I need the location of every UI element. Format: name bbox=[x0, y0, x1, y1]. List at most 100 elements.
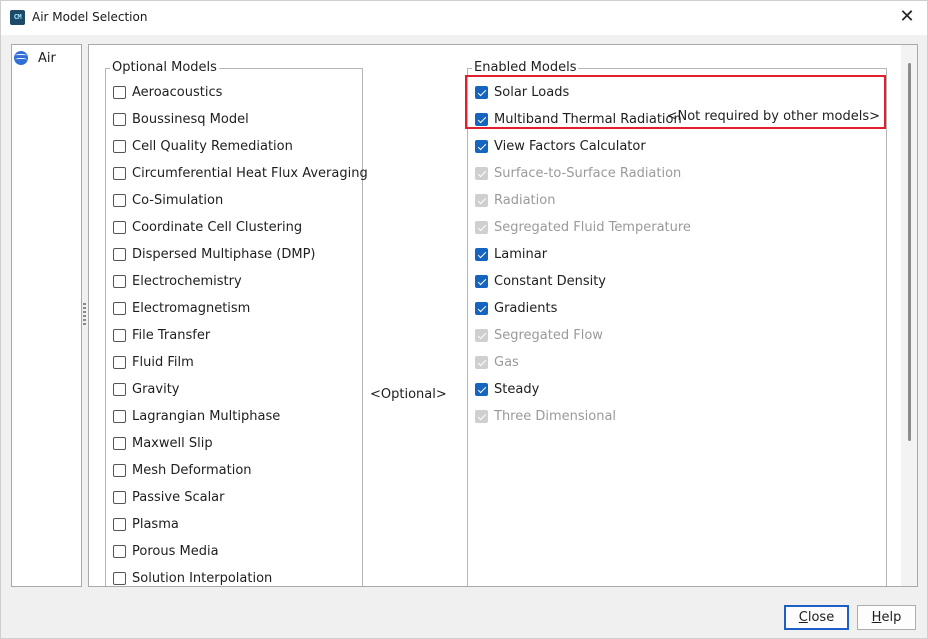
enabled-model-item[interactable]: View Factors Calculator bbox=[475, 137, 646, 155]
optional-model-item[interactable]: Solution Interpolation bbox=[113, 569, 273, 586]
optional-model-label: Fluid Film bbox=[132, 354, 194, 370]
enabled-model-checkbox[interactable] bbox=[475, 274, 488, 288]
optional-model-item[interactable]: Porous Media bbox=[113, 542, 219, 560]
enabled-models-group: Enabled Models Solar Loads Multiband Ther… bbox=[467, 60, 887, 586]
enabled-model-label: Gradients bbox=[494, 300, 558, 316]
optional-model-label: Solution Interpolation bbox=[132, 570, 273, 586]
enabled-model-checkbox[interactable] bbox=[475, 139, 488, 153]
continuum-tree: Air bbox=[11, 44, 82, 587]
optional-model-checkbox[interactable] bbox=[113, 517, 126, 531]
optional-model-checkbox[interactable] bbox=[113, 571, 126, 585]
optional-model-label: Maxwell Slip bbox=[132, 435, 213, 451]
optional-model-label: Plasma bbox=[132, 516, 179, 532]
optional-model-item[interactable]: Passive Scalar bbox=[113, 488, 225, 506]
optional-model-checkbox[interactable] bbox=[113, 220, 126, 234]
enabled-model-label: Gas bbox=[494, 354, 519, 370]
optional-model-label: Circumferential Heat Flux Averaging bbox=[132, 165, 368, 181]
optional-model-checkbox[interactable] bbox=[113, 274, 126, 288]
optional-model-checkbox[interactable] bbox=[113, 409, 126, 423]
optional-model-checkbox[interactable] bbox=[113, 112, 126, 126]
enabled-model-checkbox[interactable] bbox=[475, 247, 488, 261]
optional-model-checkbox[interactable] bbox=[113, 139, 126, 153]
optional-model-checkbox[interactable] bbox=[113, 247, 126, 261]
optional-model-checkbox[interactable] bbox=[113, 355, 126, 369]
optional-model-checkbox[interactable] bbox=[113, 301, 126, 315]
scrollbar-thumb[interactable] bbox=[908, 63, 911, 441]
optional-model-item[interactable]: Fluid Film bbox=[113, 353, 194, 371]
optional-model-checkbox[interactable] bbox=[113, 166, 126, 180]
optional-model-label: Gravity bbox=[132, 381, 180, 397]
optional-model-label: Dispersed Multiphase (DMP) bbox=[132, 246, 316, 262]
optional-model-item[interactable]: Circumferential Heat Flux Averaging bbox=[113, 164, 368, 182]
optional-model-checkbox[interactable] bbox=[113, 193, 126, 207]
optional-model-item[interactable]: Mesh Deformation bbox=[113, 461, 252, 479]
dialog-window: CM Air Model Selection ✕ Air Optional Mo… bbox=[0, 0, 928, 639]
close-icon[interactable]: ✕ bbox=[895, 5, 919, 29]
optional-model-item[interactable]: Gravity bbox=[113, 380, 179, 398]
optional-model-label: File Transfer bbox=[132, 327, 211, 343]
enabled-model-label: Segregated Flow bbox=[494, 327, 603, 343]
optional-model-item[interactable]: Boussinesq Model bbox=[113, 110, 249, 128]
optional-model-item[interactable]: Electrochemistry bbox=[113, 272, 242, 290]
enabled-model-item[interactable]: Steady bbox=[475, 380, 539, 398]
optional-model-item[interactable]: Coordinate Cell Clustering bbox=[113, 218, 302, 236]
close-mnemonic: C bbox=[798, 610, 808, 625]
optional-model-checkbox[interactable] bbox=[113, 85, 126, 99]
enabled-model-label: Three Dimensional bbox=[494, 408, 617, 424]
close-button[interactable]: Close bbox=[784, 605, 849, 630]
optional-model-label: Passive Scalar bbox=[132, 489, 225, 505]
optional-model-item[interactable]: Plasma bbox=[113, 515, 179, 533]
optional-model-label: Co-Simulation bbox=[132, 192, 224, 208]
optional-model-checkbox[interactable] bbox=[113, 490, 126, 504]
optional-models-group: Optional Models Aeroacoustics Boussinesq … bbox=[105, 60, 368, 586]
enabled-model-item[interactable]: Constant Density bbox=[475, 272, 606, 290]
optional-model-label: Mesh Deformation bbox=[132, 462, 252, 478]
help-button[interactable]: Help bbox=[857, 605, 916, 630]
enabled-model-checkbox bbox=[475, 166, 488, 180]
optional-model-label: Lagrangian Multiphase bbox=[132, 408, 281, 424]
optional-model-item[interactable]: Lagrangian Multiphase bbox=[113, 407, 280, 425]
enabled-model-label: Radiation bbox=[494, 192, 556, 208]
optional-model-item[interactable]: Aeroacoustics bbox=[113, 83, 222, 101]
optional-model-item[interactable]: Co-Simulation bbox=[113, 191, 223, 209]
enabled-models-legend: Enabled Models bbox=[472, 60, 579, 76]
optional-model-item[interactable]: Cell Quality Remediation bbox=[113, 137, 293, 155]
enabled-model-item: Segregated Fluid Temperature bbox=[475, 218, 691, 236]
help-mnemonic: H bbox=[871, 610, 882, 625]
optional-model-checkbox[interactable] bbox=[113, 544, 126, 558]
tree-item-air[interactable]: Air bbox=[14, 49, 56, 67]
vertical-scrollbar[interactable] bbox=[901, 45, 917, 586]
enabled-model-item[interactable]: Laminar bbox=[475, 245, 547, 263]
optional-model-item[interactable]: Maxwell Slip bbox=[113, 434, 213, 452]
optional-model-label: Electromagnetism bbox=[132, 300, 251, 316]
enabled-model-checkbox bbox=[475, 328, 488, 342]
enabled-model-checkbox[interactable] bbox=[475, 301, 488, 315]
help-label: elp bbox=[881, 610, 902, 625]
enabled-model-label: View Factors Calculator bbox=[494, 138, 646, 154]
enabled-model-item: Gas bbox=[475, 353, 519, 371]
optional-model-item[interactable]: File Transfer bbox=[113, 326, 210, 344]
splitter-handle[interactable] bbox=[83, 303, 86, 327]
optional-model-item[interactable]: Electromagnetism bbox=[113, 299, 250, 317]
enabled-model-item[interactable]: Gradients bbox=[475, 299, 557, 317]
enabled-model-label: Segregated Fluid Temperature bbox=[494, 219, 691, 235]
optional-model-checkbox[interactable] bbox=[113, 328, 126, 342]
enabled-model-item: Segregated Flow bbox=[475, 326, 603, 344]
optional-model-label: Porous Media bbox=[132, 543, 219, 559]
enabled-model-checkbox[interactable] bbox=[475, 382, 488, 396]
optional-model-label: Cell Quality Remediation bbox=[132, 138, 293, 154]
enabled-model-checkbox bbox=[475, 193, 488, 207]
optional-model-label: Boussinesq Model bbox=[132, 111, 249, 127]
title-bar: CM Air Model Selection ✕ bbox=[1, 1, 927, 35]
tree-item-label: Air bbox=[38, 50, 56, 66]
optional-model-checkbox[interactable] bbox=[113, 382, 126, 396]
optional-model-label: Electrochemistry bbox=[132, 273, 242, 289]
enabled-model-label: Laminar bbox=[494, 246, 548, 262]
enabled-model-item: Radiation bbox=[475, 191, 555, 209]
optional-model-checkbox[interactable] bbox=[113, 463, 126, 477]
optional-model-item[interactable]: Dispersed Multiphase (DMP) bbox=[113, 245, 316, 263]
optional-model-checkbox[interactable] bbox=[113, 436, 126, 450]
air-continuum-icon bbox=[14, 51, 28, 65]
close-label: lose bbox=[807, 610, 835, 625]
enabled-model-item: Surface-to-Surface Radiation bbox=[475, 164, 681, 182]
